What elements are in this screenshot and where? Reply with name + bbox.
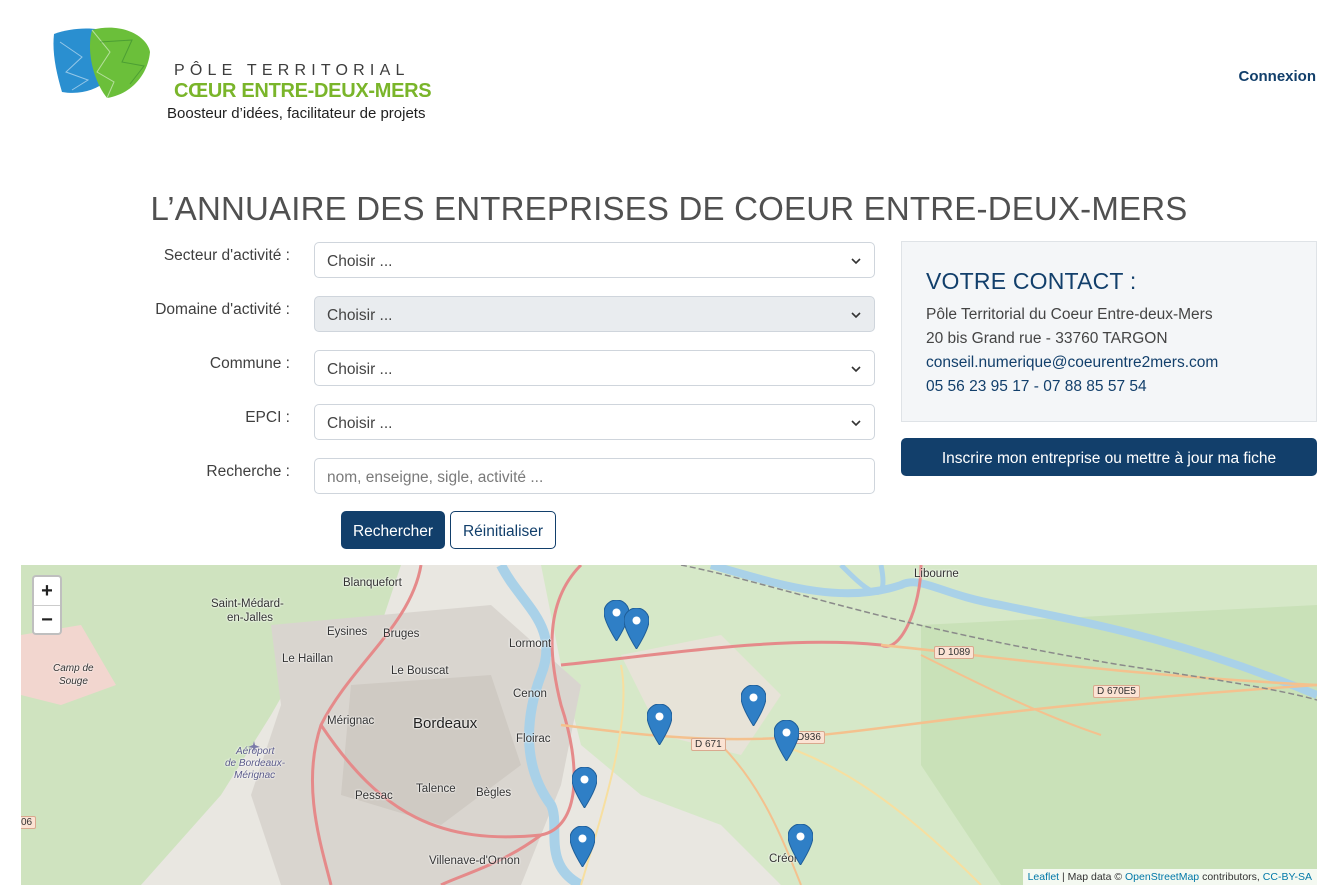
osm-link[interactable]: OpenStreetMap xyxy=(1125,871,1199,883)
epci-row: EPCI : Choisir ... xyxy=(0,404,880,444)
map-label: Souge xyxy=(59,676,88,687)
road-label: D 670E5 xyxy=(1093,685,1140,698)
map-marker-icon[interactable] xyxy=(788,824,813,865)
page-title: L’ANNUAIRE DES ENTREPRISES DE COEUR ENTR… xyxy=(150,190,1188,227)
epci-value: Choisir ... xyxy=(327,415,393,432)
chevron-down-icon xyxy=(851,312,861,319)
domaine-row: Domaine d'activité : Choisir ... xyxy=(0,296,880,336)
reset-button[interactable]: Réinitialiser xyxy=(450,511,556,549)
zoom-out-button[interactable]: − xyxy=(34,606,60,634)
zoom-control: + − xyxy=(32,575,62,635)
map-label: Mérignac xyxy=(327,715,375,727)
map-marker-icon[interactable] xyxy=(572,767,597,808)
commune-value: Choisir ... xyxy=(327,361,393,378)
logo-line-2: CŒUR ENTRE-DEUX-MERS xyxy=(174,80,432,102)
secteur-row: Secteur d'activité : Choisir ... xyxy=(0,242,880,282)
search-input[interactable]: nom, enseigne, sigle, activité ... xyxy=(314,458,875,494)
map-label: Eysines xyxy=(327,626,368,638)
commune-row: Commune : Choisir ... xyxy=(0,350,880,390)
login-link[interactable]: Connexion xyxy=(1239,68,1317,85)
map-marker-icon[interactable] xyxy=(774,720,799,761)
chevron-down-icon xyxy=(851,420,861,427)
map-label: Talence xyxy=(416,783,456,795)
map-label: de Bordeaux- xyxy=(225,758,286,769)
logo-tagline: Boosteur d’idées, facilitateur de projet… xyxy=(167,105,426,122)
contact-org: Pôle Territorial du Coeur Entre-deux-Mer… xyxy=(926,306,1213,323)
contact-card: VOTRE CONTACT : Pôle Territorial du Coeu… xyxy=(901,241,1317,422)
register-company-button[interactable]: Inscrire mon entreprise ou mettre à jour… xyxy=(901,438,1317,476)
road-label: D 1089 xyxy=(934,646,975,659)
chevron-down-icon xyxy=(851,366,861,373)
search-button[interactable]: Rechercher xyxy=(341,511,445,549)
recherche-row: Recherche : nom, enseigne, sigle, activi… xyxy=(0,458,880,498)
map-marker-icon[interactable] xyxy=(624,608,649,649)
road-label: D 671 xyxy=(691,738,726,751)
map-marker-icon[interactable] xyxy=(647,704,672,745)
logo[interactable]: PÔLE TERRITORIAL CŒUR ENTRE-DEUX-MERS Bo… xyxy=(52,22,432,132)
zoom-in-button[interactable]: + xyxy=(34,577,60,606)
contact-email-link[interactable]: conseil.numerique@coeurentre2mers.com xyxy=(926,354,1218,372)
leaflet-link[interactable]: Leaflet xyxy=(1028,871,1060,883)
commune-label: Commune : xyxy=(209,355,290,372)
map-label: Lormont xyxy=(509,638,552,650)
recherche-label: Recherche : xyxy=(206,463,290,480)
domaine-select[interactable]: Choisir ... xyxy=(314,296,875,332)
secteur-value: Choisir ... xyxy=(327,253,393,270)
contact-address: 20 bis Grand rue - 33760 TARGON xyxy=(926,330,1168,347)
contact-title: VOTRE CONTACT : xyxy=(926,268,1137,294)
map-label: Villenave-d'Ornon xyxy=(429,855,520,867)
domaine-value: Choisir ... xyxy=(327,307,393,324)
commune-select[interactable]: Choisir ... xyxy=(314,350,875,386)
map-label: Camp de xyxy=(53,663,94,674)
epci-label: EPCI : xyxy=(245,409,290,426)
map-label-bordeaux: Bordeaux xyxy=(413,715,478,732)
map-label: Mérignac xyxy=(234,770,276,781)
map-label: Saint-Médard- xyxy=(211,598,284,610)
domaine-label: Domaine d'activité : xyxy=(155,301,290,318)
logo-leaf-icon xyxy=(53,27,150,99)
chevron-down-icon xyxy=(851,258,861,265)
map-label: en-Jalles xyxy=(227,612,274,624)
map-attribution: Leaflet | Map data © OpenStreetMap contr… xyxy=(1022,869,1317,885)
attribution-text: | Map data © xyxy=(1059,871,1126,883)
road-label: 06 xyxy=(21,816,37,829)
map-marker-icon[interactable] xyxy=(741,685,766,726)
map-label: Floirac xyxy=(516,733,551,745)
map-label: Bruges xyxy=(383,628,420,640)
license-link[interactable]: CC-BY-SA xyxy=(1263,871,1312,883)
secteur-select[interactable]: Choisir ... xyxy=(314,242,875,278)
map-label: Blanquefort xyxy=(343,577,402,589)
map[interactable]: Blanquefort Saint-Médard- en-Jalles Eysi… xyxy=(21,565,1317,885)
map-label: Le Bouscat xyxy=(391,665,449,677)
attribution-text: contributors, xyxy=(1199,871,1263,883)
map-label: Bègles xyxy=(476,787,512,799)
map-label: Cenon xyxy=(513,688,547,700)
secteur-label: Secteur d'activité : xyxy=(163,247,290,264)
epci-select[interactable]: Choisir ... xyxy=(314,404,875,440)
airport-icon xyxy=(248,741,260,753)
map-label: Pessac xyxy=(355,790,393,802)
map-label: Le Haillan xyxy=(282,653,334,665)
logo-line-1: PÔLE TERRITORIAL xyxy=(174,62,410,79)
contact-phone-link[interactable]: 05 56 23 95 17 - 07 88 85 57 54 xyxy=(926,378,1147,396)
search-placeholder: nom, enseigne, sigle, activité ... xyxy=(327,469,544,486)
map-label: Libourne xyxy=(914,568,959,580)
map-marker-icon[interactable] xyxy=(570,826,595,867)
